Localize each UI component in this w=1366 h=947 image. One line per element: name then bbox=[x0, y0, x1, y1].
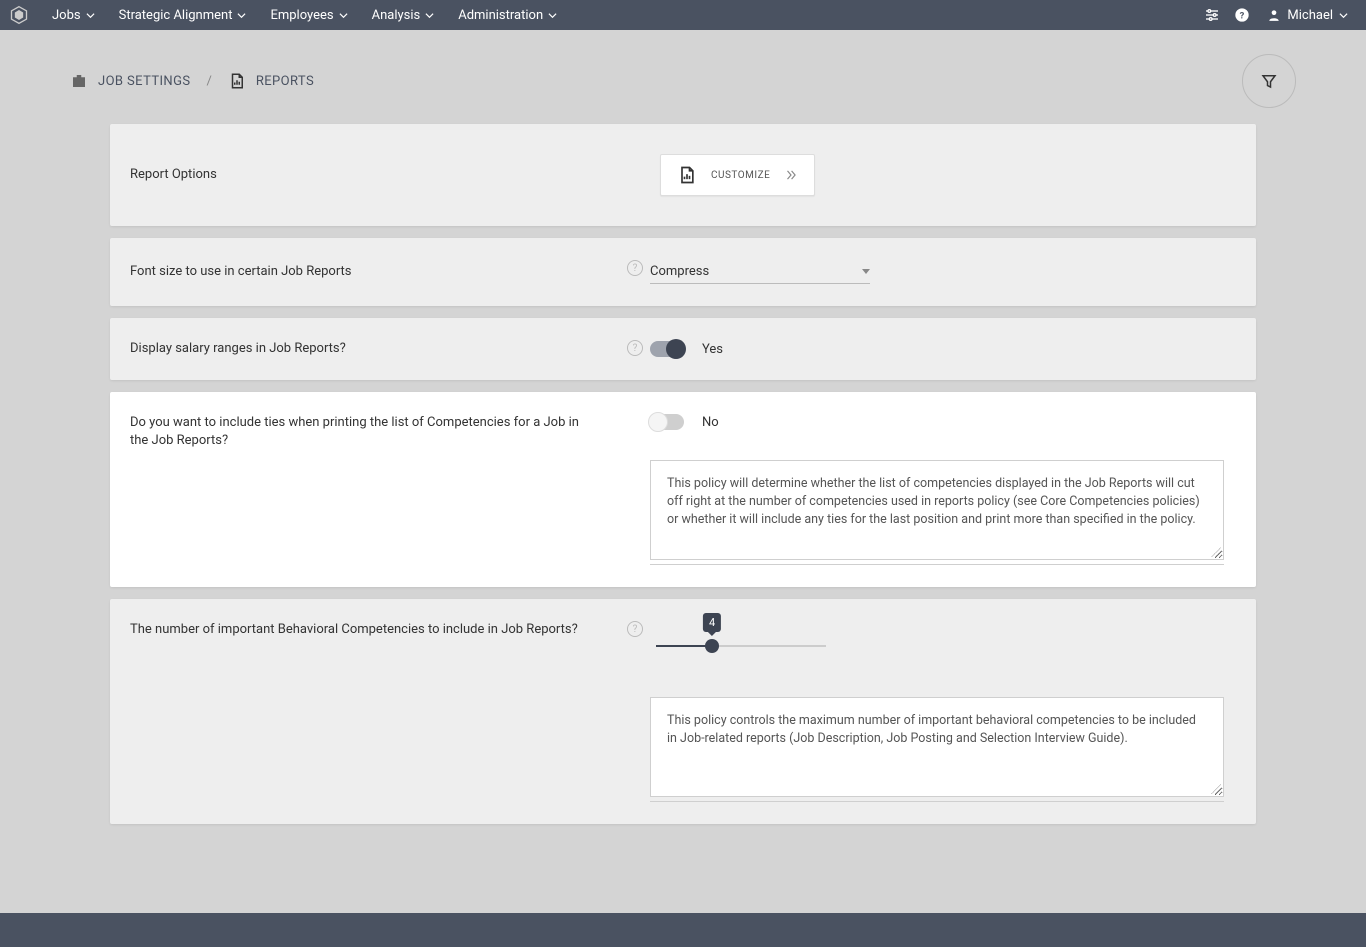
chevron-down-icon bbox=[425, 11, 434, 20]
breadcrumb-separator: / bbox=[206, 74, 211, 89]
card-behavioral-count: The number of important Behavioral Compe… bbox=[110, 599, 1256, 824]
footer-bar bbox=[0, 913, 1366, 947]
filter-icon bbox=[1260, 72, 1278, 90]
behavioral-count-description[interactable]: This policy controls the maximum number … bbox=[650, 697, 1224, 797]
nav-left: Jobs Strategic Alignment Employees Analy… bbox=[40, 0, 569, 30]
help-icon[interactable]: ? bbox=[1227, 0, 1257, 30]
breadcrumb-row: JOB SETTINGS / REPORTS bbox=[0, 30, 1366, 124]
breadcrumb-label: JOB SETTINGS bbox=[98, 74, 190, 89]
nav-label: Jobs bbox=[52, 8, 81, 23]
slider-value-bubble: 4 bbox=[703, 613, 721, 632]
svg-text:?: ? bbox=[1240, 10, 1245, 21]
nav-label: Strategic Alignment bbox=[119, 8, 233, 23]
briefcase-icon bbox=[70, 72, 88, 90]
slider-fill bbox=[656, 645, 712, 647]
chevron-down-icon bbox=[339, 11, 348, 20]
report-icon bbox=[677, 165, 697, 185]
help-tooltip-icon[interactable]: ? bbox=[627, 260, 643, 276]
card-display-salary: Display salary ranges in Job Reports? ? … bbox=[110, 318, 1256, 380]
card-report-options: Report Options CUSTOMIZE bbox=[110, 124, 1256, 226]
behavioral-count-slider[interactable]: 4 bbox=[656, 645, 826, 647]
nav-analysis[interactable]: Analysis bbox=[360, 0, 447, 30]
nav-strategic-alignment[interactable]: Strategic Alignment bbox=[107, 0, 259, 30]
nav-jobs[interactable]: Jobs bbox=[40, 0, 107, 30]
nav-label: Administration bbox=[458, 8, 543, 23]
customize-label: CUSTOMIZE bbox=[711, 170, 770, 181]
user-icon bbox=[1267, 8, 1281, 22]
card-font-size: Font size to use in certain Job Reports … bbox=[110, 238, 1256, 306]
nav-label: Employees bbox=[270, 8, 333, 23]
nav-label: Analysis bbox=[372, 8, 421, 23]
include-ties-description[interactable]: This policy will determine whether the l… bbox=[650, 460, 1224, 560]
user-menu[interactable]: Michael bbox=[1257, 8, 1358, 23]
nav-employees[interactable]: Employees bbox=[258, 0, 359, 30]
card-label: Do you want to include ties when printin… bbox=[130, 414, 600, 450]
toggle-value: Yes bbox=[702, 342, 723, 357]
font-size-select[interactable]: Compress bbox=[650, 260, 870, 284]
card-label: Report Options bbox=[130, 166, 217, 184]
report-icon bbox=[228, 72, 246, 90]
chevron-down-icon bbox=[862, 269, 870, 274]
user-name: Michael bbox=[1287, 8, 1333, 23]
display-salary-toggle[interactable] bbox=[650, 341, 684, 357]
help-tooltip-icon[interactable]: ? bbox=[627, 621, 643, 637]
card-label: Font size to use in certain Job Reports bbox=[130, 263, 352, 281]
help-tooltip-icon[interactable]: ? bbox=[627, 340, 643, 356]
settings-sliders-icon[interactable] bbox=[1197, 0, 1227, 30]
nav-right: ? Michael bbox=[1197, 0, 1358, 30]
breadcrumb-reports[interactable]: REPORTS bbox=[228, 72, 314, 90]
card-label: Display salary ranges in Job Reports? bbox=[130, 340, 346, 358]
slider-thumb[interactable] bbox=[705, 639, 719, 653]
customize-button[interactable]: CUSTOMIZE bbox=[660, 154, 815, 196]
chevron-double-right-icon bbox=[784, 168, 798, 182]
chevron-down-icon bbox=[1339, 11, 1348, 20]
card-include-ties: Do you want to include ties when printin… bbox=[110, 392, 1256, 587]
top-nav: Jobs Strategic Alignment Employees Analy… bbox=[0, 0, 1366, 30]
nav-administration[interactable]: Administration bbox=[446, 0, 569, 30]
chevron-down-icon bbox=[237, 11, 246, 20]
page-scroll[interactable]: JOB SETTINGS / REPORTS Report Options bbox=[0, 30, 1366, 913]
underline bbox=[650, 801, 1224, 802]
app-logo bbox=[8, 4, 30, 26]
include-ties-toggle[interactable] bbox=[650, 414, 684, 430]
underline bbox=[650, 564, 1224, 565]
select-value: Compress bbox=[650, 264, 709, 279]
breadcrumb-job-settings[interactable]: JOB SETTINGS bbox=[70, 72, 190, 90]
chevron-down-icon bbox=[86, 11, 95, 20]
filter-button[interactable] bbox=[1242, 54, 1296, 108]
chevron-down-icon bbox=[548, 11, 557, 20]
breadcrumb-label: REPORTS bbox=[256, 74, 314, 89]
card-label: The number of important Behavioral Compe… bbox=[130, 621, 578, 639]
slider-track bbox=[656, 645, 826, 647]
toggle-value: No bbox=[702, 415, 719, 430]
